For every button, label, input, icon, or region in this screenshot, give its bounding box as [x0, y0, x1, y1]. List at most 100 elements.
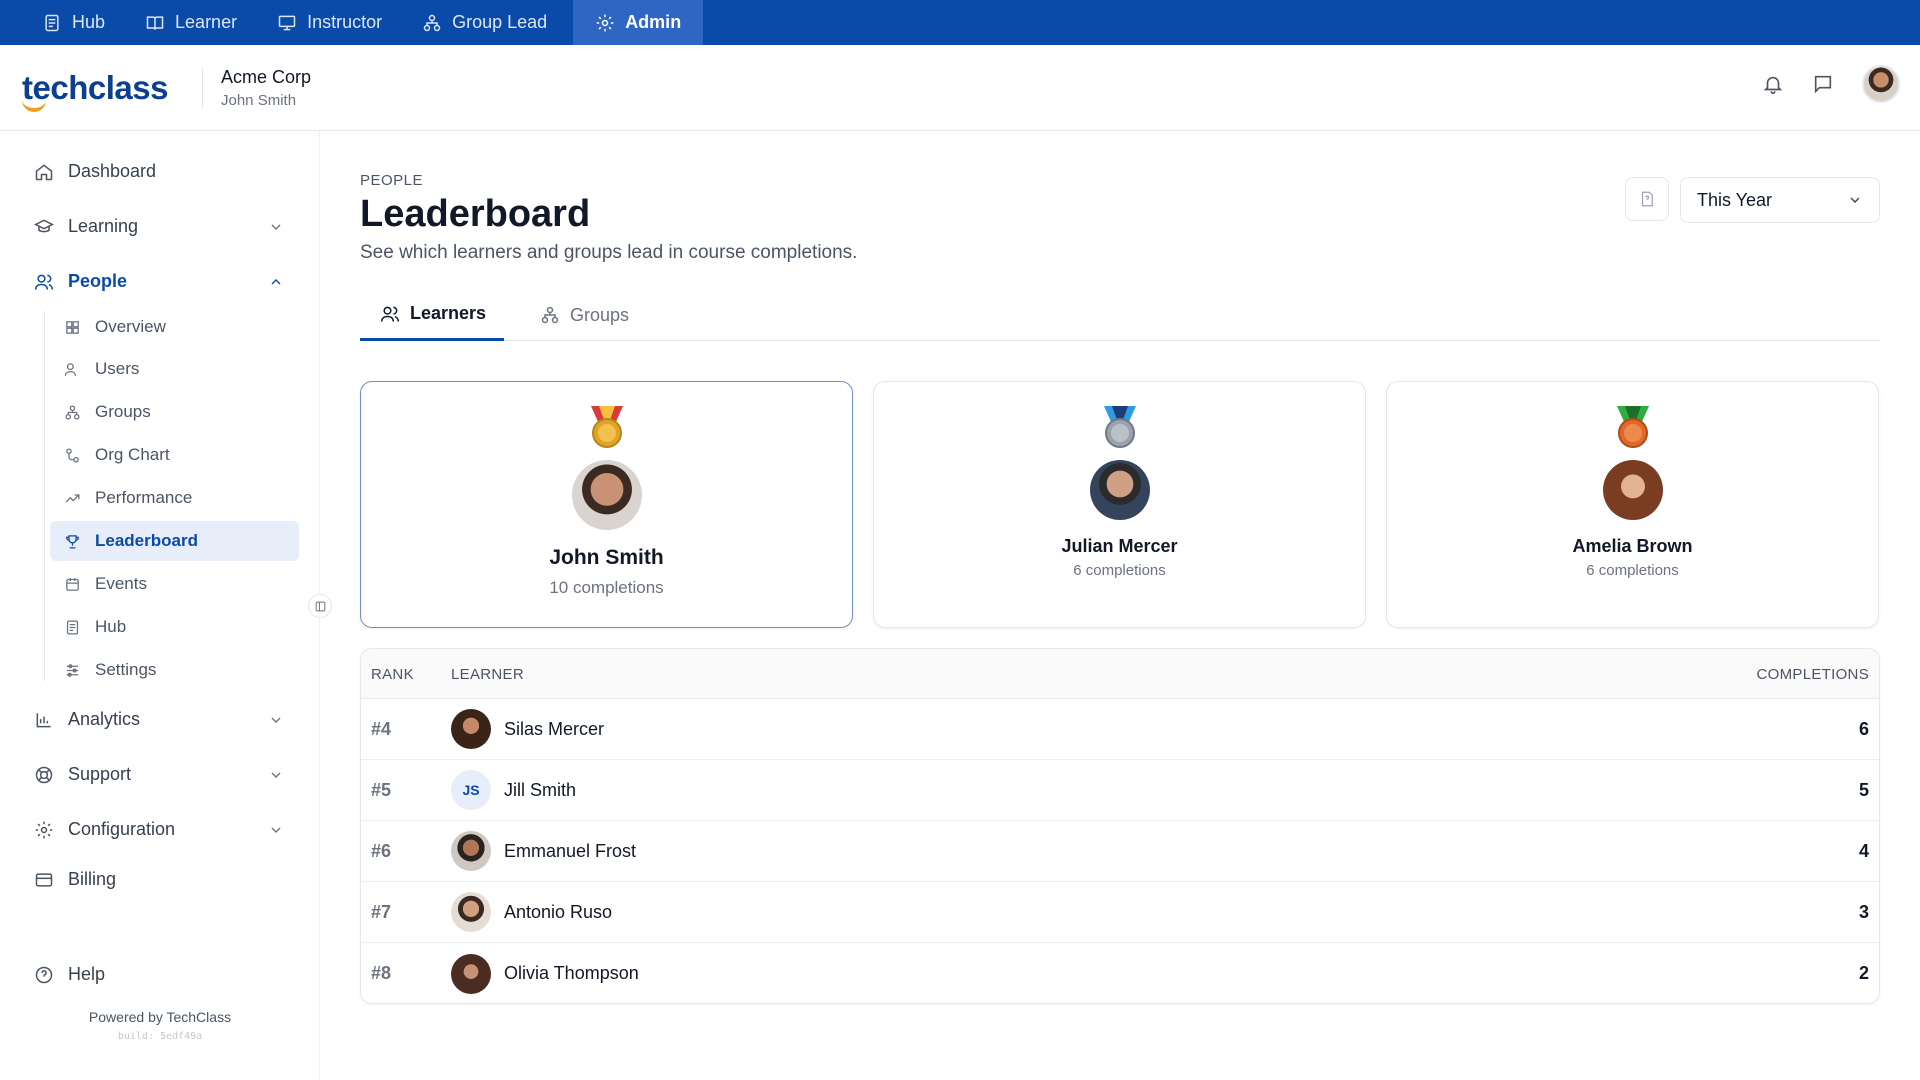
sidebar-subitem-label: Events: [95, 574, 147, 593]
logo-smile-mark: [22, 100, 46, 112]
completions-cell: 5: [1858, 779, 1869, 800]
sidebar-collapse-button[interactable]: [308, 594, 332, 618]
techclass-logo[interactable]: techclass: [22, 69, 168, 112]
sidebar-subitem-label: Leaderboard: [95, 531, 198, 550]
bar-chart-icon: [36, 712, 51, 727]
sidebar-subitem-settings[interactable]: Settings: [50, 650, 299, 690]
sidebar-item-analytics[interactable]: Analytics: [34, 709, 284, 730]
podium-name: Julian Mercer: [1061, 536, 1178, 556]
sidebar-subitem-hub[interactable]: Hub: [50, 607, 299, 647]
sidebar-item-dashboard[interactable]: Dashboard: [34, 161, 284, 182]
top-tab-group-lead[interactable]: Group Lead: [408, 0, 573, 45]
podium-card-third[interactable]: Amelia Brown 6 completions: [1386, 381, 1879, 628]
sidebar-subitem-leaderboard[interactable]: Leaderboard: [50, 521, 299, 561]
column-header-completions: COMPLETIONS: [1756, 666, 1869, 683]
top-tab-instructor[interactable]: Instructor: [263, 0, 408, 45]
completions-cell: 4: [1858, 840, 1869, 861]
org-name: Acme Corp: [221, 66, 312, 87]
presentation-icon: [278, 15, 296, 30]
calendar-icon: [66, 577, 79, 591]
page-help-button[interactable]: [1625, 177, 1669, 221]
sidebar-item-label: Support: [68, 764, 132, 784]
podium-name: Amelia Brown: [1572, 536, 1693, 556]
sidebar-item-support[interactable]: Support: [34, 764, 284, 785]
table-header: RANK LEARNER COMPLETIONS: [361, 649, 1879, 699]
page-title: Leaderboard: [360, 193, 591, 235]
rank-cell: #4: [371, 718, 392, 739]
sidebar-subitem-label: Hub: [95, 617, 127, 636]
message-icon[interactable]: [1812, 73, 1834, 95]
learner-name: Olivia Thompson: [504, 963, 639, 983]
sliders-icon: [66, 663, 79, 677]
powered-by-text: Powered by TechClass: [88, 1009, 232, 1025]
sidebar-subitem-performance[interactable]: Performance: [50, 478, 299, 518]
top-tab-hub[interactable]: Hub: [28, 0, 131, 45]
top-tab-admin[interactable]: Admin: [573, 0, 704, 45]
tab-learners[interactable]: Learners: [360, 289, 505, 341]
sidebar-subitem-label: Groups: [95, 402, 151, 421]
sidebar-item-billing[interactable]: Billing: [34, 869, 284, 890]
avatar: [1089, 460, 1150, 520]
table-row[interactable]: #4 Silas Mercer 6: [361, 699, 1879, 760]
top-nav-bar: Hub Learner Instructor Group Lead Admin: [0, 0, 1920, 45]
podium-card-first[interactable]: John Smith 10 completions: [360, 381, 853, 628]
users-icon: [64, 362, 76, 376]
sidebar-subitem-label: Settings: [95, 660, 157, 679]
sidebar-item-configuration[interactable]: Configuration: [34, 819, 284, 840]
gold-medal-icon: [590, 406, 623, 448]
tab-groups[interactable]: Groups: [540, 289, 629, 341]
build-version: build: 5edf49a: [117, 1031, 203, 1042]
top-tab-label: Instructor: [307, 12, 383, 32]
learner-name: Jill Smith: [504, 779, 577, 800]
table-row[interactable]: #7 Antonio Ruso 3: [361, 882, 1879, 943]
sidebar-item-help[interactable]: Help: [34, 964, 284, 985]
book-icon: [146, 15, 164, 30]
avatar: [451, 953, 491, 994]
org-switcher[interactable]: Acme Corp John Smith: [221, 67, 311, 109]
table-row[interactable]: #6 Emmanuel Frost 4: [361, 821, 1879, 882]
avatar: [1602, 460, 1663, 520]
period-select-value: This Year: [1697, 189, 1773, 210]
users-icon: [380, 306, 400, 322]
hub-icon: [66, 619, 79, 635]
gear-icon: [35, 821, 53, 838]
trophy-icon: [66, 534, 79, 549]
hierarchy-icon: [65, 404, 80, 420]
sidebar-subitem-events[interactable]: Events: [50, 564, 299, 604]
sidebar-subitem-overview[interactable]: Overview: [50, 307, 299, 347]
chevron-down-icon: [271, 772, 281, 778]
sidebar-item-people[interactable]: People: [34, 271, 284, 292]
chevron-down-icon: [271, 827, 281, 833]
sidebar-item-label: Billing: [68, 869, 117, 889]
trending-up-icon: [65, 493, 80, 502]
sidebar-item-learning[interactable]: Learning: [34, 216, 284, 237]
sidebar-subitem-org-chart[interactable]: Org Chart: [50, 435, 299, 475]
completions-cell: 6: [1858, 718, 1869, 739]
sidebar-subitem-label: Overview: [95, 317, 166, 336]
bell-icon[interactable]: [1762, 73, 1784, 95]
chevron-down-icon: [271, 224, 281, 230]
table-row[interactable]: #8 Olivia Thompson 2: [361, 943, 1879, 1003]
user-avatar[interactable]: [1862, 65, 1900, 103]
sidebar-subitem-groups[interactable]: Groups: [50, 392, 299, 432]
top-tab-label: Admin: [625, 12, 682, 32]
sidebar-subitem-users[interactable]: Users: [50, 349, 299, 389]
chevron-down-icon: [271, 717, 281, 723]
app-header: techclass Acme Corp John Smith: [0, 45, 1920, 131]
grid-icon: [66, 320, 79, 334]
table-row[interactable]: #5 JS Jill Smith 5: [361, 760, 1879, 821]
period-select[interactable]: This Year: [1680, 177, 1880, 223]
top-tab-label: Hub: [72, 12, 106, 32]
chevron-down-icon: [1850, 197, 1860, 203]
podium-completions: 10 completions: [549, 578, 664, 597]
credit-card-icon: [35, 872, 53, 887]
learner-name: Antonio Ruso: [504, 901, 613, 922]
podium-completions: 6 completions: [1586, 562, 1679, 579]
column-header-learner: LEARNER: [451, 666, 524, 683]
top-tab-learner[interactable]: Learner: [131, 0, 263, 45]
org-chart-icon: [66, 447, 79, 463]
podium-card-second[interactable]: Julian Mercer 6 completions: [873, 381, 1366, 628]
tab-label: Learners: [410, 303, 487, 323]
help-document-icon: [1641, 191, 1653, 207]
avatar: [451, 892, 491, 932]
